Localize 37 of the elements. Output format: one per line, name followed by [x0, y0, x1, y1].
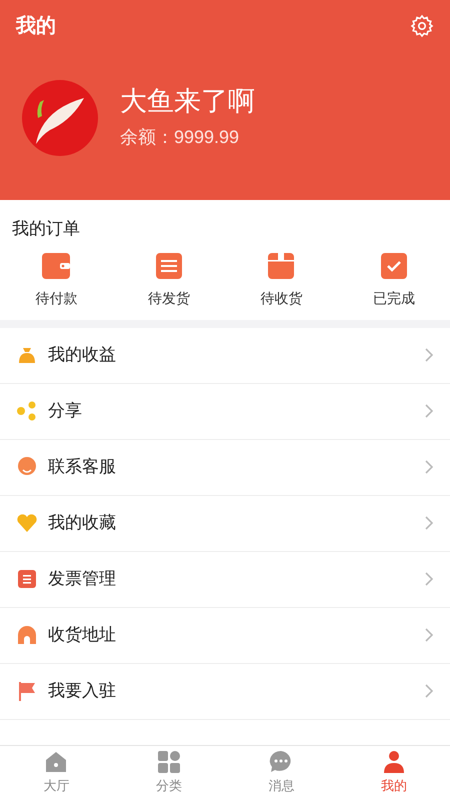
section-title: 我的订单	[11, 218, 81, 240]
order-status-button[interactable]: 待发货	[112, 250, 225, 308]
tab[interactable]: 大厅	[0, 746, 112, 800]
menu-item[interactable]: 收货地址	[0, 608, 450, 664]
chevron-icon	[424, 683, 434, 699]
chevron-icon	[424, 627, 434, 643]
balance-text: 余额：9999.99	[120, 126, 240, 149]
chat-bubble-icon	[16, 456, 38, 478]
menu-item[interactable]: 我的收藏	[0, 496, 450, 552]
menu-item[interactable]: 联系客服	[0, 440, 450, 496]
menu-item[interactable]: 我要入驻	[0, 664, 450, 720]
home-icon	[44, 750, 68, 774]
flag-icon	[16, 680, 38, 702]
settings-icon[interactable]	[410, 14, 434, 38]
chevron-icon	[424, 403, 434, 419]
menu-item[interactable]: 我的收益	[0, 328, 450, 384]
order-status-button[interactable]: 已完成	[338, 250, 450, 308]
share-icon	[16, 400, 38, 422]
heart-icon	[16, 512, 38, 534]
chevron-icon	[424, 571, 434, 587]
order-status-button[interactable]: 待收货	[225, 250, 338, 308]
document-icon	[16, 568, 38, 590]
chevron-icon	[424, 347, 434, 363]
chevron-icon	[424, 515, 434, 531]
grid-icon	[156, 750, 181, 774]
tab[interactable]: 我的	[338, 746, 450, 800]
chat-icon	[269, 750, 294, 774]
username: 大鱼来了啊	[120, 85, 255, 118]
order-status-button[interactable]: 待付款	[0, 250, 112, 308]
menu-item[interactable]: 发票管理	[0, 552, 450, 608]
house-icon	[16, 624, 38, 646]
person-icon	[382, 750, 406, 774]
page-title: 我的	[16, 14, 56, 39]
chevron-icon	[424, 459, 434, 475]
tab[interactable]: 分类	[112, 746, 225, 800]
tab[interactable]: 消息	[225, 746, 338, 800]
menu-item[interactable]: 分享	[0, 384, 450, 440]
